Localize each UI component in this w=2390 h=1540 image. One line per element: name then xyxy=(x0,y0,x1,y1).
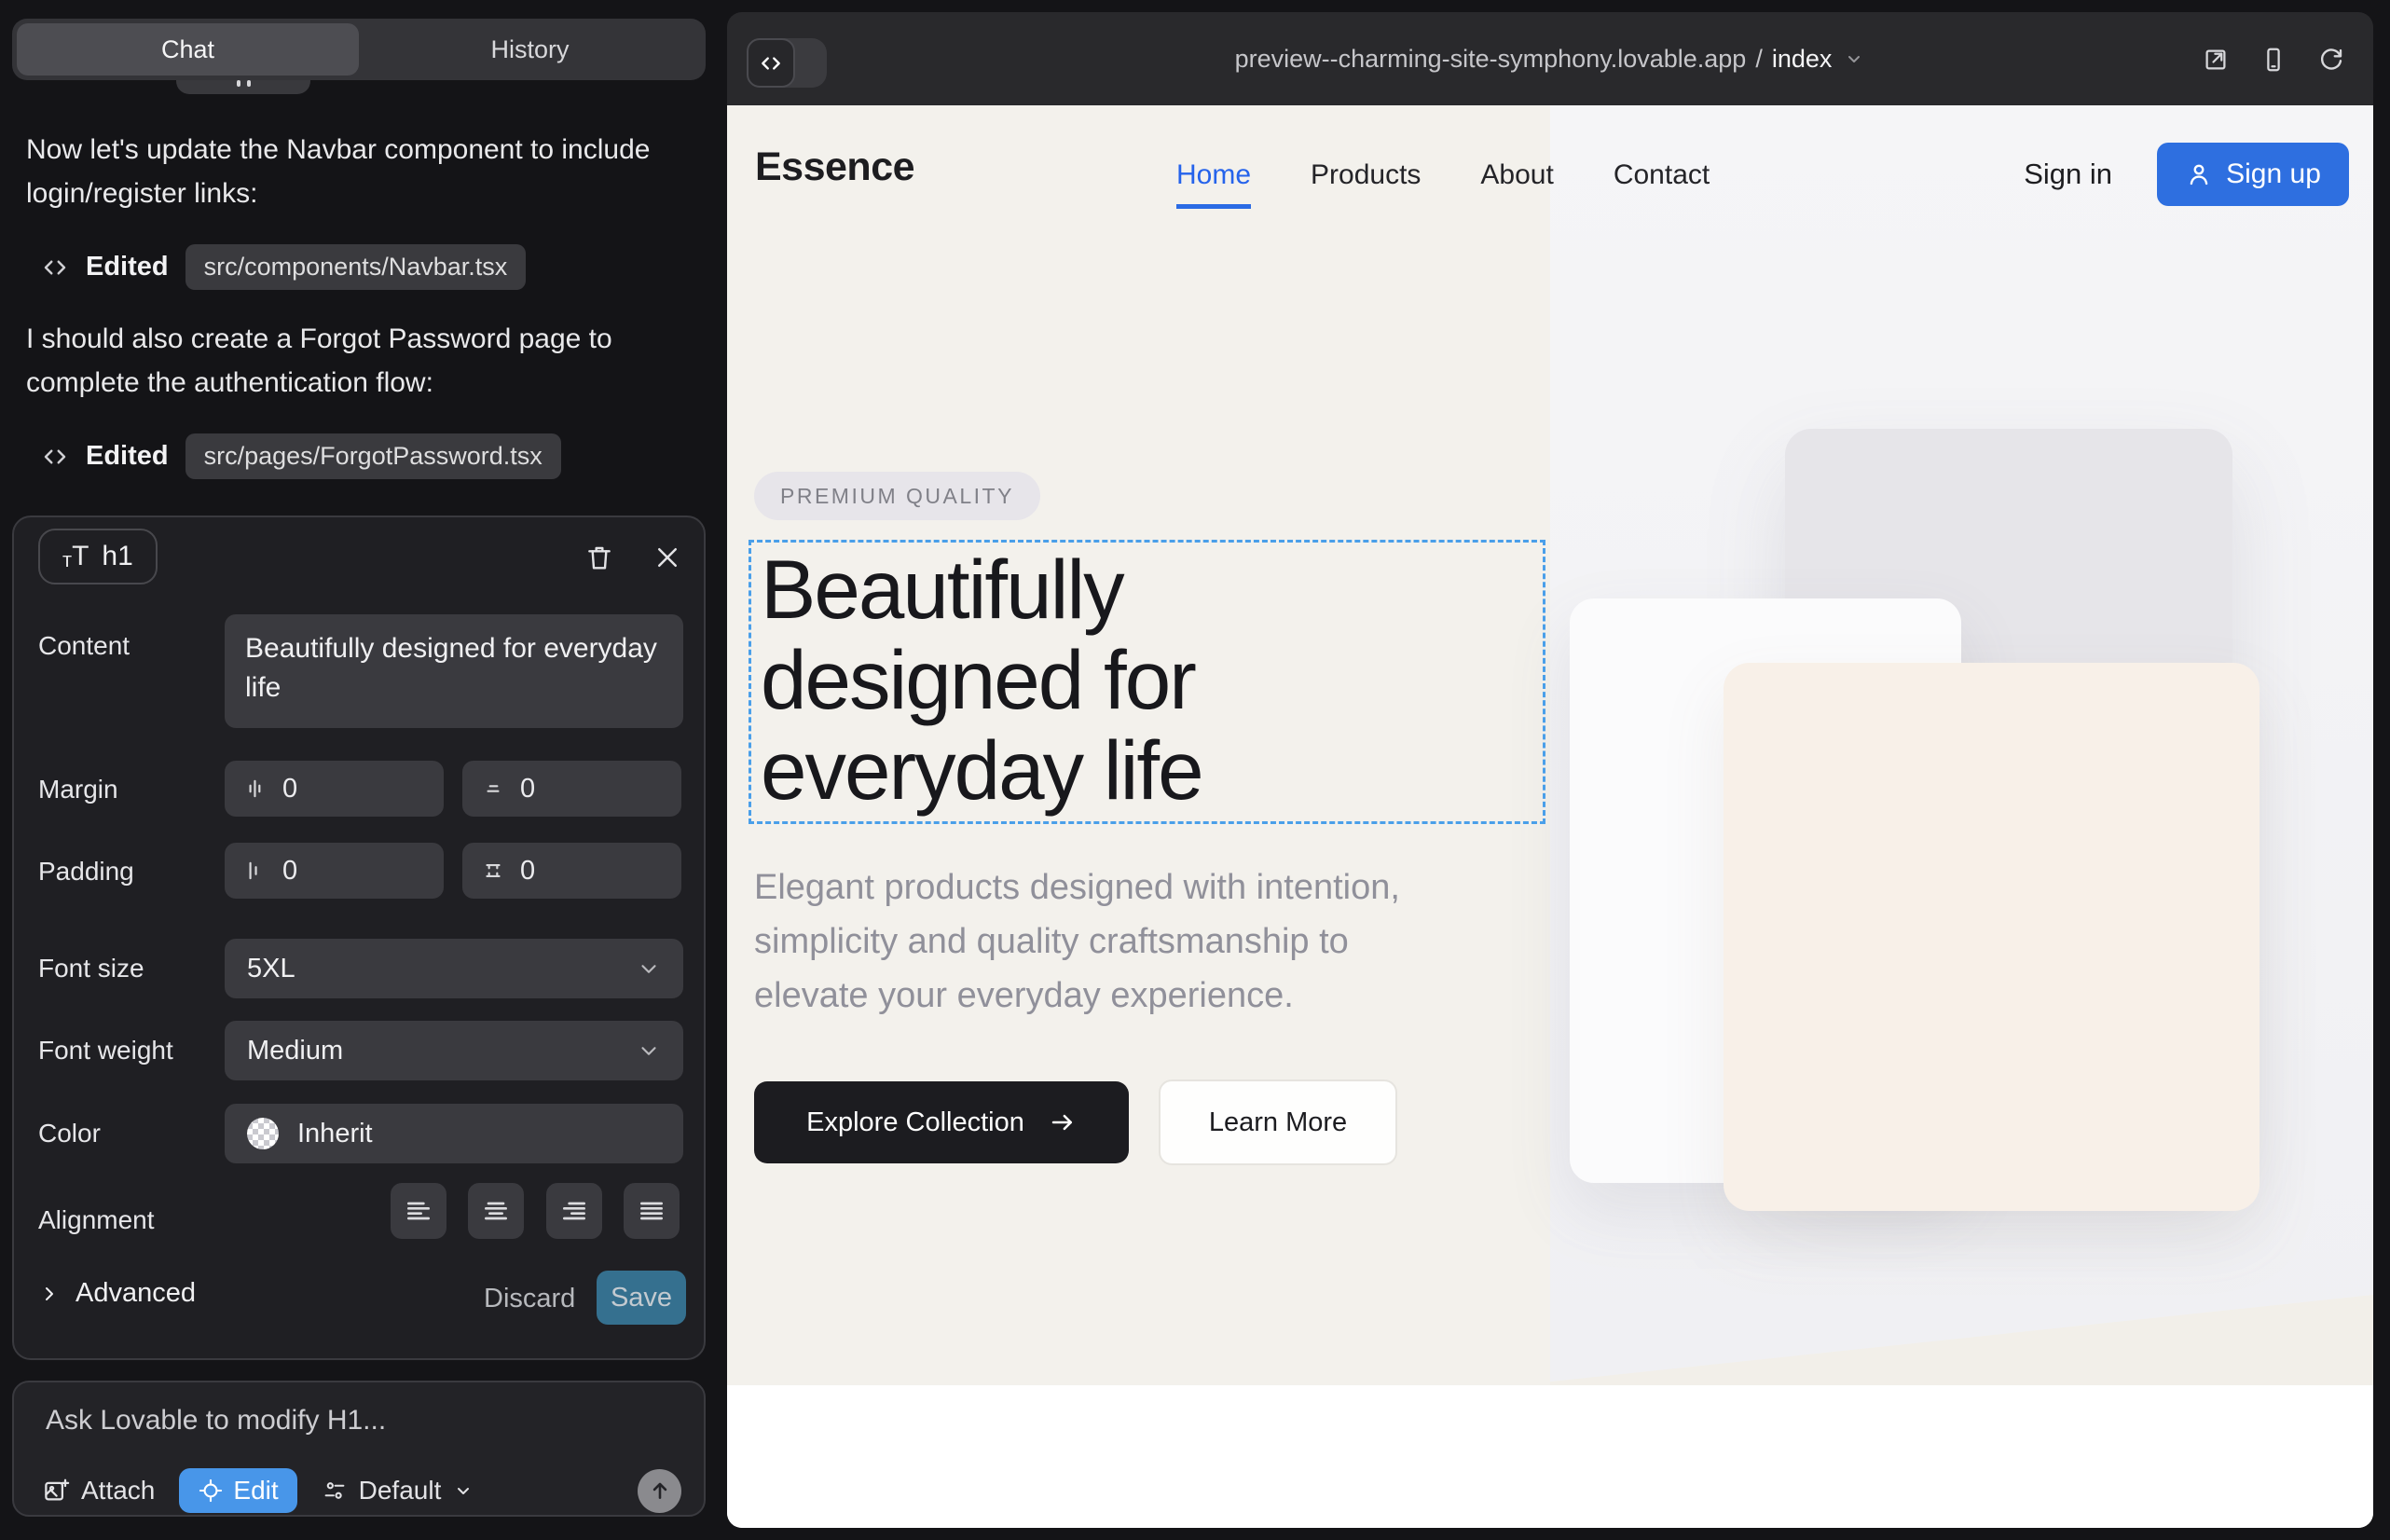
site-nav: Home Products About Contact xyxy=(1176,159,1710,209)
refresh-icon[interactable] xyxy=(2317,46,2345,74)
arrow-right-icon xyxy=(1049,1108,1077,1136)
decor-card-peach xyxy=(1724,663,2260,1211)
chat-message: Now let's update the Navbar component to… xyxy=(26,128,684,215)
align-center-button[interactable] xyxy=(468,1183,524,1239)
browser-actions xyxy=(2202,46,2345,74)
nav-link-home[interactable]: Home xyxy=(1176,159,1251,209)
padding-y-input[interactable]: 0 xyxy=(462,843,681,899)
url-host: preview--charming-site-symphony.lovable.… xyxy=(1235,45,1747,74)
chevron-down-icon xyxy=(1843,48,1865,70)
code-icon xyxy=(41,254,69,282)
chat-message: I should also create a Forgot Password p… xyxy=(26,317,684,405)
arrow-up-icon xyxy=(648,1478,672,1503)
align-right-icon xyxy=(559,1196,589,1226)
chat-history-tabs: Chat History xyxy=(12,19,706,80)
color-label: Color xyxy=(38,1119,101,1148)
edit-mode-button[interactable]: Edit xyxy=(179,1468,296,1513)
padding-x-icon xyxy=(243,859,268,883)
preview-browser-window: preview--charming-site-symphony.lovable.… xyxy=(727,12,2373,1528)
attach-image-icon xyxy=(42,1477,70,1505)
user-icon xyxy=(2185,160,2213,188)
element-editor-panel: тT h1 Content Beautifully designed for e… xyxy=(12,516,706,1360)
padding-x-input[interactable]: 0 xyxy=(225,843,444,899)
target-icon xyxy=(198,1478,224,1504)
close-editor-icon[interactable] xyxy=(653,543,681,571)
typography-icon: тT xyxy=(62,543,89,571)
chevron-down-icon xyxy=(637,1038,661,1063)
url-bar[interactable]: preview--charming-site-symphony.lovable.… xyxy=(727,12,2373,105)
site-viewport: Essence Home Products About Contact Sign… xyxy=(727,105,2373,1528)
scrolled-chip-fragment xyxy=(176,80,310,94)
composer-toolbar: Attach Edit Default xyxy=(42,1468,681,1513)
font-weight-label: Font weight xyxy=(38,1036,173,1066)
edited-label: Edited xyxy=(86,252,169,282)
content-label: Content xyxy=(38,631,130,661)
nav-link-contact[interactable]: Contact xyxy=(1614,159,1710,209)
font-size-label: Font size xyxy=(38,954,144,983)
learn-more-button[interactable]: Learn More xyxy=(1159,1079,1397,1165)
sign-up-button[interactable]: Sign up xyxy=(2157,143,2349,206)
attach-button[interactable]: Attach xyxy=(42,1476,155,1506)
align-left-button[interactable] xyxy=(391,1183,446,1239)
url-separator: / xyxy=(1755,45,1763,74)
file-path-chip[interactable]: src/components/Navbar.tsx xyxy=(185,244,527,290)
hero-badge: PREMIUM QUALITY xyxy=(754,472,1040,520)
nav-link-about[interactable]: About xyxy=(1480,159,1553,209)
sign-in-link[interactable]: Sign in xyxy=(2024,158,2112,191)
padding-y-icon xyxy=(481,859,505,883)
edited-file-row: Edited src/components/Navbar.tsx xyxy=(41,244,526,290)
url-page: index xyxy=(1772,45,1833,74)
site-logo[interactable]: Essence xyxy=(755,144,914,190)
code-icon xyxy=(41,443,69,471)
save-button[interactable]: Save xyxy=(597,1271,686,1325)
chevron-right-icon xyxy=(38,1283,61,1305)
margin-label: Margin xyxy=(38,775,118,804)
edited-label: Edited xyxy=(86,441,169,472)
hero-description: Elegant products designed with intention… xyxy=(754,860,1400,1023)
margin-x-icon xyxy=(243,777,268,801)
file-path-chip[interactable]: src/pages/ForgotPassword.tsx xyxy=(185,433,561,479)
padding-label: Padding xyxy=(38,857,134,887)
hero-heading[interactable]: Beautifully designed for everyday life xyxy=(761,544,1202,816)
nav-link-products[interactable]: Products xyxy=(1311,159,1421,209)
h1-selection-outline[interactable]: Beautifully designed for everyday life xyxy=(749,540,1545,824)
model-selector[interactable]: Default xyxy=(322,1476,475,1506)
advanced-toggle[interactable]: Advanced xyxy=(38,1278,196,1309)
align-justify-icon xyxy=(637,1196,666,1226)
align-right-button[interactable] xyxy=(546,1183,602,1239)
font-weight-select[interactable]: Medium xyxy=(225,1021,683,1080)
alignment-label: Alignment xyxy=(38,1205,155,1235)
discard-button[interactable]: Discard xyxy=(484,1284,575,1314)
chevron-down-icon xyxy=(637,956,661,981)
next-section-background xyxy=(727,1385,2373,1528)
tab-chat[interactable]: Chat xyxy=(17,23,359,76)
delete-element-icon[interactable] xyxy=(584,542,614,573)
selected-element-tag[interactable]: тT h1 xyxy=(38,529,158,584)
sliders-icon xyxy=(322,1478,348,1504)
font-size-select[interactable]: 5XL xyxy=(225,939,683,998)
color-swatch-transparent xyxy=(247,1118,279,1149)
edited-file-row: Edited src/pages/ForgotPassword.tsx xyxy=(41,433,561,479)
color-select[interactable]: Inherit xyxy=(225,1104,683,1163)
composer-input[interactable]: Ask Lovable to modify H1... xyxy=(46,1405,386,1437)
margin-y-input[interactable]: 0 xyxy=(462,761,681,817)
mobile-preview-icon[interactable] xyxy=(2260,46,2287,74)
chat-composer: Ask Lovable to modify H1... Attach Edit … xyxy=(12,1381,706,1517)
margin-x-input[interactable]: 0 xyxy=(225,761,444,817)
lovable-side-panel: Chat History Now let's update the Navbar… xyxy=(0,0,727,1540)
content-input[interactable]: Beautifully designed for everyday life xyxy=(225,614,683,728)
align-justify-button[interactable] xyxy=(624,1183,680,1239)
align-center-icon xyxy=(481,1196,511,1226)
auth-actions: Sign in Sign up xyxy=(2024,143,2349,206)
tab-history[interactable]: History xyxy=(359,23,701,76)
open-external-icon[interactable] xyxy=(2202,46,2230,74)
align-left-icon xyxy=(404,1196,433,1226)
explore-collection-button[interactable]: Explore Collection xyxy=(754,1081,1129,1163)
send-button[interactable] xyxy=(638,1469,681,1513)
chevron-down-icon xyxy=(452,1479,474,1502)
margin-y-icon xyxy=(481,777,505,801)
